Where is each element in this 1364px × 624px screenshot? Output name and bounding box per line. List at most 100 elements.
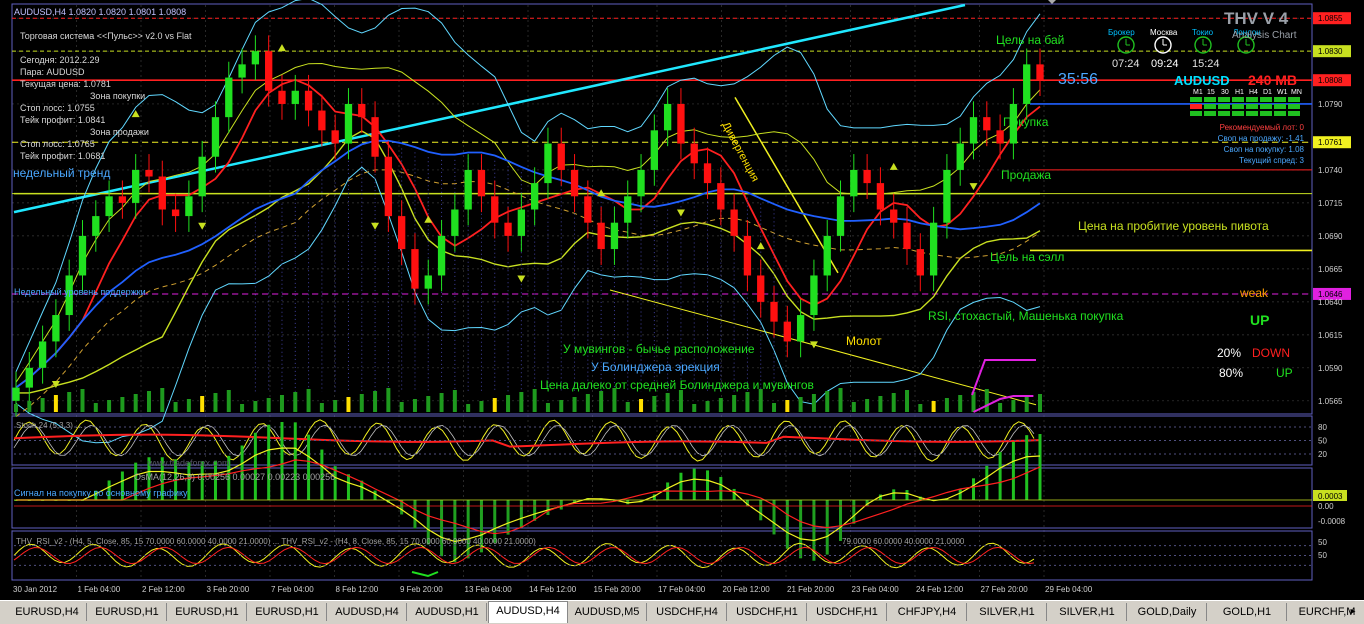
info-line: Стоп лосс: 1.0755 <box>20 103 95 113</box>
osma-bar <box>892 489 896 500</box>
osma-bar <box>998 452 1002 500</box>
volume-bar <box>998 403 1003 412</box>
timeframe-cell <box>1246 111 1258 116</box>
chart-tab[interactable]: EURUSD,H1 <box>88 603 167 621</box>
volume-bar <box>27 401 32 412</box>
volume-bar <box>1024 397 1029 412</box>
volume-bar <box>545 403 550 412</box>
volume-bar <box>865 399 870 412</box>
timeframe-cell <box>1274 97 1286 102</box>
stoch-level-label: 20 <box>1318 450 1327 459</box>
osma-bar <box>1011 441 1015 500</box>
chart-tab[interactable]: GOLD,H1 <box>1208 603 1287 621</box>
chart-tab[interactable]: SILVER,H1 <box>1048 603 1127 621</box>
timeframe-cell <box>1232 104 1244 109</box>
timeframe-label: MN <box>1291 89 1302 96</box>
annotation-weekly-support: Недельный уровень поддержки <box>14 287 146 297</box>
chart-tab[interactable]: USDCHF,H1 <box>808 603 887 621</box>
price-axis-label: 1.0715 <box>1318 199 1343 208</box>
svg-text:1.0665: 1.0665 <box>1318 265 1343 274</box>
timeframe-cell <box>1232 111 1244 116</box>
osma-bar <box>972 478 976 500</box>
annotation-sell: Продажа <box>1001 168 1052 182</box>
price-axis-label: 1.0665 <box>1318 265 1343 274</box>
volume-bar <box>931 401 936 412</box>
volume-bar <box>811 394 816 412</box>
volume-bar <box>146 391 151 412</box>
clock-broker-label: Брокер <box>1108 28 1135 37</box>
osma-bar <box>1025 435 1029 500</box>
price-axis-label: 1.0790 <box>1318 100 1343 109</box>
osma-bar <box>559 500 563 510</box>
volume-bar <box>718 398 723 412</box>
trade-info-line: Своп на продажу: -1.41 <box>1217 134 1304 143</box>
volume-bar <box>213 393 218 412</box>
timeframe-label: 15 <box>1207 89 1215 96</box>
chart-tab[interactable]: AUDUSD,H1 <box>408 603 487 621</box>
symbol-label: AUDUSD <box>1174 73 1230 88</box>
osma-bar <box>759 500 763 521</box>
annotation-target-buy: Цель на бай <box>996 33 1065 47</box>
osma-bar <box>253 432 257 500</box>
date-axis-label: 15 Feb 20:00 <box>594 585 642 594</box>
chart-tab[interactable]: AUDUSD,M5 <box>568 603 647 621</box>
volume-bar <box>519 392 524 412</box>
volume-bar <box>173 402 178 412</box>
volume-bar <box>279 395 284 412</box>
chart-tab[interactable]: EURUSD,H1 <box>248 603 327 621</box>
bar-countdown: 35:56 <box>1058 71 1099 88</box>
rsi-level-label: 50 <box>1318 551 1327 560</box>
info-line: Тейк профит: 1.0681 <box>20 151 106 161</box>
chart-tab[interactable]: CHFJPY,H4 <box>888 603 967 621</box>
chart-tab[interactable]: AUDUSD,H4 <box>488 601 568 623</box>
volume-bar <box>1011 400 1016 412</box>
osma-bar <box>799 500 803 559</box>
volume-bar <box>705 401 710 412</box>
chart-tab[interactable]: EURCHF,M <box>1288 603 1364 621</box>
timeframe-matrix <box>1190 97 1302 117</box>
volume-bar <box>160 388 165 412</box>
price-axis-label: 1.0808 <box>1313 74 1351 87</box>
volume-bar <box>386 388 391 412</box>
svg-text:1.0761: 1.0761 <box>1318 138 1343 147</box>
date-axis-label: 9 Feb 20:00 <box>400 585 443 594</box>
volume-bar <box>665 393 670 412</box>
chart-tabs-bar: ▸ EURUSD,H4 EURUSD,H1 EURUSD,H1 EURUSD,H1 AU… <box>0 600 1364 624</box>
timeframe-cell <box>1232 97 1244 102</box>
osma-bar <box>546 500 550 515</box>
volume-bar <box>53 395 58 412</box>
osma-bar <box>692 468 696 500</box>
osma-bar <box>373 490 377 500</box>
chart-tab[interactable]: USDCHF,H4 <box>648 603 727 621</box>
chart-tab[interactable]: AUDUSD,H4 <box>328 603 407 621</box>
timeframe-cell <box>1288 104 1300 109</box>
chart-tab[interactable]: EURUSD,H4 <box>8 603 87 621</box>
chart-tab[interactable]: EURUSD,H1 <box>168 603 247 621</box>
svg-text:1.0808: 1.0808 <box>1318 76 1343 85</box>
chart-tab[interactable]: USDCHF,H1 <box>728 603 807 621</box>
osma-bar <box>267 424 271 500</box>
volume-bar <box>333 400 338 412</box>
price-chart[interactable]: 80 50 20 0.00030.00 -0.0008 50 50 1.0855 1.08… <box>0 0 1364 600</box>
timeframe-cell <box>1274 111 1286 116</box>
price-axis-label: 1.0565 <box>1318 397 1343 406</box>
timeframe-label: H1 <box>1235 89 1244 96</box>
timeframe-label: W1 <box>1277 89 1288 96</box>
trade-info-line: Своп на покупку: 1.08 <box>1223 145 1304 154</box>
info-line: Пара: AUDUSD <box>20 67 85 77</box>
volume-bar <box>466 404 471 412</box>
chart-tab[interactable]: SILVER,H1 <box>968 603 1047 621</box>
volume-bar <box>293 392 298 412</box>
volume-bar <box>107 400 112 412</box>
timeframe-cell <box>1246 104 1258 109</box>
date-axis-label: 8 Feb 12:00 <box>336 585 379 594</box>
osma-bar <box>360 480 364 500</box>
osma-bar <box>732 488 736 500</box>
macd-level-label: 0.00 <box>1318 502 1334 511</box>
chart-tab[interactable]: GOLD,Daily <box>1128 603 1207 621</box>
timeframe-cell <box>1260 111 1272 116</box>
volume-bar <box>359 394 364 412</box>
timeframe-cell <box>1204 97 1216 102</box>
osma-bar <box>719 476 723 500</box>
volume-bar <box>346 397 351 412</box>
